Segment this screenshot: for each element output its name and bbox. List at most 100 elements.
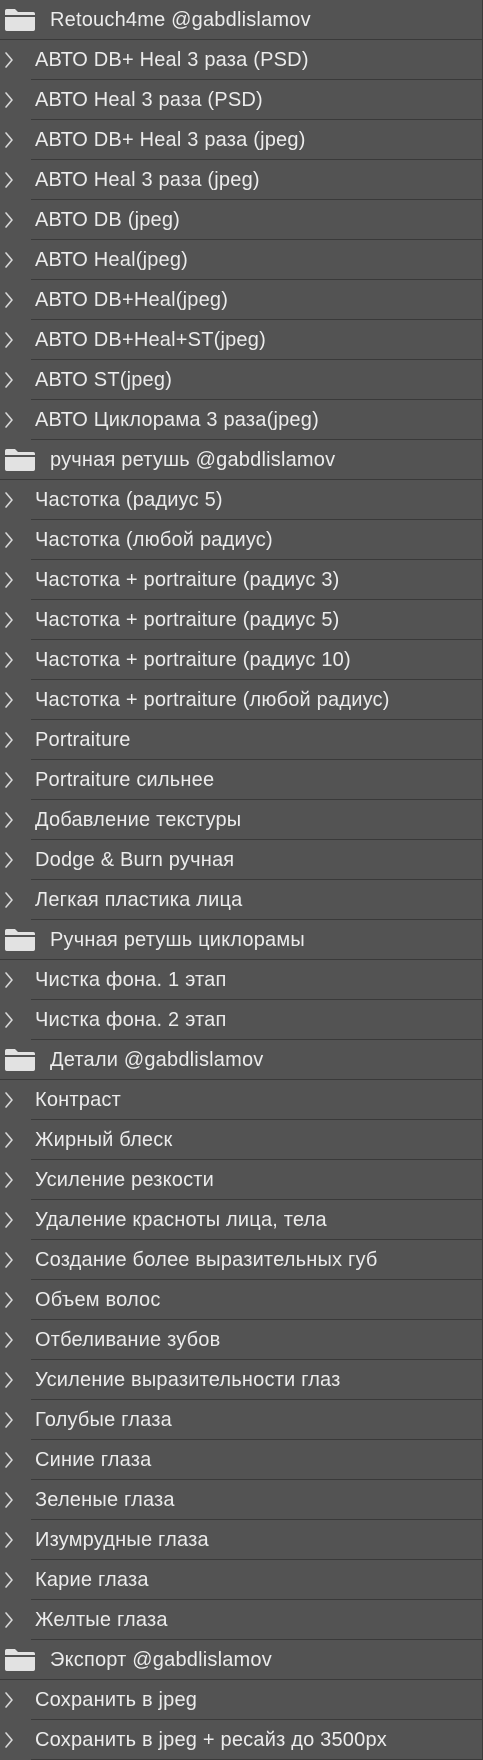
action-row[interactable]: Частотка (радиус 5): [5, 480, 482, 520]
chevron-right-icon[interactable]: [4, 971, 14, 989]
chevron-right-icon[interactable]: [4, 251, 14, 269]
chevron-right-icon[interactable]: [4, 811, 14, 829]
action-row[interactable]: Изумрудные глаза: [5, 1520, 482, 1560]
action-row[interactable]: Желтые глаза: [5, 1600, 482, 1640]
action-row[interactable]: Частотка + portraiture (радиус 5): [5, 600, 482, 640]
chevron-right-icon[interactable]: [4, 1331, 14, 1349]
chevron-right-icon[interactable]: [4, 771, 14, 789]
action-name: Усиление выразительности глаз: [35, 1368, 341, 1391]
chevron-right-icon[interactable]: [4, 731, 14, 749]
action-row[interactable]: Частотка (любой радиус): [5, 520, 482, 560]
action-row[interactable]: АВТО Heal 3 раза (jpeg): [5, 160, 482, 200]
chevron-right-icon[interactable]: [4, 171, 14, 189]
action-row[interactable]: АВТО DB (jpeg): [5, 200, 482, 240]
action-name: Зеленые глаза: [35, 1488, 175, 1511]
action-row[interactable]: Чистка фона. 1 этап: [5, 960, 482, 1000]
action-set-row[interactable]: Детали @gabdlislamov: [0, 1040, 482, 1080]
action-row[interactable]: Легкая пластика лица: [5, 880, 482, 920]
action-row[interactable]: Dodge & Burn ручная: [5, 840, 482, 880]
action-row[interactable]: Контраст: [5, 1080, 482, 1120]
action-row[interactable]: Жирный блеск: [5, 1120, 482, 1160]
action-row[interactable]: Частотка + portraiture (любой радиус): [5, 680, 482, 720]
action-name: Частотка + portraiture (радиус 10): [35, 648, 351, 671]
action-set-row[interactable]: ручная ретушь @gabdlislamov: [0, 440, 482, 480]
chevron-right-icon[interactable]: [4, 1451, 14, 1469]
chevron-right-icon[interactable]: [4, 131, 14, 149]
action-row[interactable]: Объем волос: [5, 1280, 482, 1320]
chevron-right-icon[interactable]: [4, 531, 14, 549]
chevron-right-icon[interactable]: [4, 1011, 14, 1029]
action-set-row[interactable]: Ручная ретушь циклорамы: [0, 920, 482, 960]
action-row[interactable]: Зеленые глаза: [5, 1480, 482, 1520]
action-row[interactable]: Усиление резкости: [5, 1160, 482, 1200]
chevron-right-icon[interactable]: [4, 51, 14, 69]
action-row[interactable]: Чистка фона. 2 этап: [5, 1000, 482, 1040]
action-row[interactable]: Голубые глаза: [5, 1400, 482, 1440]
action-row[interactable]: Создание более выразительных губ: [5, 1240, 482, 1280]
action-row[interactable]: АВТО DB+ Heal 3 раза (jpeg): [5, 120, 482, 160]
action-row[interactable]: Portraiture сильнее: [5, 760, 482, 800]
chevron-right-icon[interactable]: [4, 291, 14, 309]
action-name: Portraiture: [35, 728, 131, 751]
chevron-right-icon[interactable]: [4, 651, 14, 669]
action-row[interactable]: АВТО Heal 3 раза (PSD): [5, 80, 482, 120]
action-row[interactable]: Карие глаза: [5, 1560, 482, 1600]
chevron-right-icon[interactable]: [4, 1291, 14, 1309]
chevron-right-icon[interactable]: [4, 91, 14, 109]
action-row[interactable]: Portraiture: [5, 720, 482, 760]
action-row[interactable]: Добавление текстуры: [5, 800, 482, 840]
chevron-right-icon[interactable]: [4, 1611, 14, 1629]
chevron-right-icon[interactable]: [4, 1731, 14, 1749]
chevron-right-icon[interactable]: [4, 1251, 14, 1269]
action-row[interactable]: Синие глаза: [5, 1440, 482, 1480]
action-row[interactable]: Отбеливание зубов: [5, 1320, 482, 1360]
chevron-right-icon[interactable]: [4, 851, 14, 869]
chevron-right-icon[interactable]: [4, 1691, 14, 1709]
chevron-right-icon[interactable]: [4, 211, 14, 229]
action-row[interactable]: АВТО DB+Heal(jpeg): [5, 280, 482, 320]
folder-icon: [4, 928, 36, 952]
action-set-name: ручная ретушь @gabdlislamov: [50, 448, 336, 471]
chevron-right-icon[interactable]: [4, 371, 14, 389]
action-name: Чистка фона. 1 этап: [35, 968, 227, 991]
chevron-right-icon[interactable]: [4, 1411, 14, 1429]
action-row[interactable]: Частотка + portraiture (радиус 3): [5, 560, 482, 600]
chevron-right-icon[interactable]: [4, 1531, 14, 1549]
action-row[interactable]: АВТО DB+Heal+ST(jpeg): [5, 320, 482, 360]
chevron-right-icon[interactable]: [4, 1571, 14, 1589]
chevron-right-icon[interactable]: [4, 1171, 14, 1189]
action-name: Добавление текстуры: [35, 808, 242, 831]
action-row[interactable]: АВТО ST(jpeg): [5, 360, 482, 400]
chevron-right-icon[interactable]: [4, 611, 14, 629]
chevron-right-icon[interactable]: [4, 411, 14, 429]
chevron-right-icon[interactable]: [4, 491, 14, 509]
chevron-right-icon[interactable]: [4, 691, 14, 709]
action-row[interactable]: Удаление красноты лица, тела: [5, 1200, 482, 1240]
chevron-right-icon[interactable]: [4, 1491, 14, 1509]
action-row[interactable]: Усиление выразительности глаз: [5, 1360, 482, 1400]
chevron-right-icon[interactable]: [4, 1211, 14, 1229]
action-row[interactable]: АВТО Heal(jpeg): [5, 240, 482, 280]
action-row[interactable]: Сохранить в jpeg + ресайз до 3500px: [5, 1720, 482, 1760]
action-name: АВТО DB+ Heal 3 раза (jpeg): [35, 128, 306, 151]
action-set-row[interactable]: Retouch4me @gabdlislamov: [0, 0, 482, 40]
action-name: Желтые глаза: [35, 1608, 168, 1631]
chevron-right-icon[interactable]: [4, 1131, 14, 1149]
action-name: Карие глаза: [35, 1568, 149, 1591]
action-name: АВТО DB (jpeg): [35, 208, 181, 231]
action-row[interactable]: АВТО Циклорама 3 раза(jpeg): [5, 400, 482, 440]
action-name: Голубые глаза: [35, 1408, 172, 1431]
action-set-row[interactable]: Экспорт @gabdlislamov: [0, 1640, 482, 1680]
chevron-right-icon[interactable]: [4, 891, 14, 909]
action-row[interactable]: Частотка + portraiture (радиус 10): [5, 640, 482, 680]
action-row[interactable]: Сохранить в jpeg: [5, 1680, 482, 1720]
chevron-right-icon[interactable]: [4, 1371, 14, 1389]
folder-icon: [4, 448, 36, 472]
chevron-right-icon[interactable]: [4, 331, 14, 349]
action-name: АВТО ST(jpeg): [35, 368, 173, 391]
action-row[interactable]: АВТО DB+ Heal 3 раза (PSD): [5, 40, 482, 80]
chevron-right-icon[interactable]: [4, 1091, 14, 1109]
action-name: Создание более выразительных губ: [35, 1248, 378, 1271]
chevron-right-icon[interactable]: [4, 571, 14, 589]
action-name: АВТО Heal 3 раза (jpeg): [35, 168, 260, 191]
